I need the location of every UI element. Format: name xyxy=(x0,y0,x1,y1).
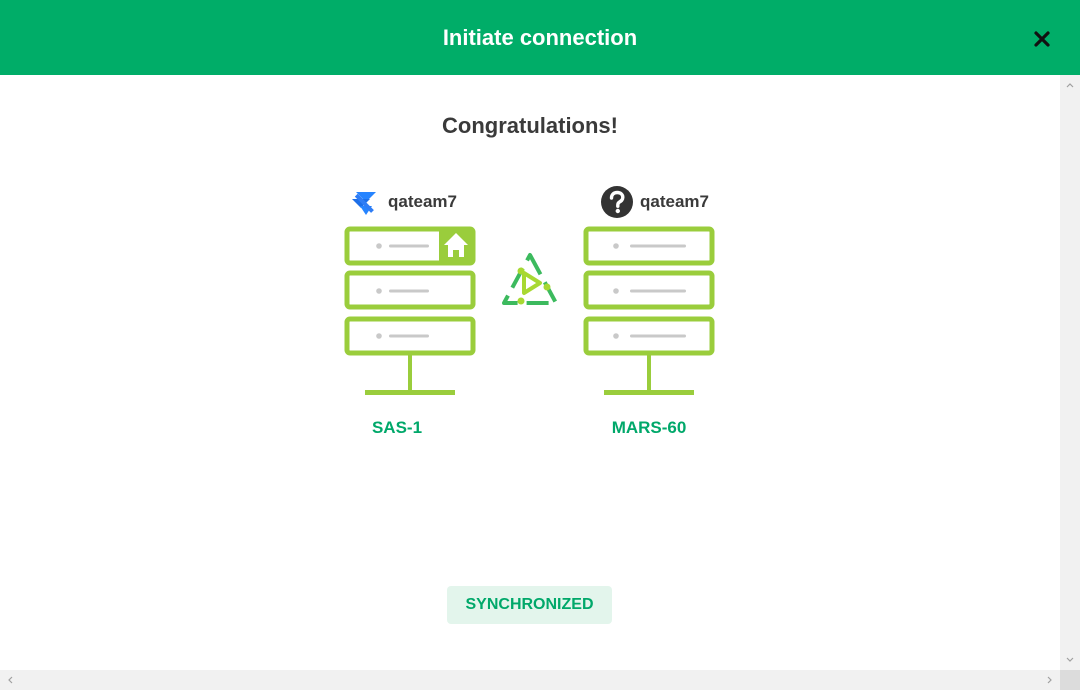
server-home-icon xyxy=(344,226,476,395)
modal-header: Initiate connection xyxy=(0,0,1080,75)
scroll-right-arrow[interactable] xyxy=(1040,670,1060,690)
chevron-down-icon xyxy=(1066,657,1074,662)
modal-title: Initiate connection xyxy=(442,25,638,50)
close-icon xyxy=(1034,31,1050,47)
right-server-name: MARS-60 xyxy=(611,418,687,437)
left-user: qateam7 xyxy=(348,185,457,219)
left-user-name: qateam7 xyxy=(388,192,457,211)
chevron-left-icon xyxy=(8,676,13,684)
sync-triangle-icon xyxy=(502,253,558,305)
scroll-down-arrow[interactable] xyxy=(1060,650,1080,670)
right-user-name: qateam7 xyxy=(640,192,709,211)
question-mark-icon xyxy=(601,186,633,218)
server-icon xyxy=(583,226,715,395)
jira-logo-icon xyxy=(352,192,376,215)
chevron-up-icon xyxy=(1066,83,1074,88)
chevron-right-icon xyxy=(1047,676,1052,684)
modal-content: Congratulations! qateam7 qateam7 SAS-1 M… xyxy=(0,75,1060,670)
right-user: qateam7 xyxy=(600,185,709,219)
vertical-scrollbar[interactable] xyxy=(1060,75,1080,670)
scroll-up-arrow[interactable] xyxy=(1060,75,1080,95)
left-server-name: SAS-1 xyxy=(371,418,423,437)
status-badge: SYNCHRONIZED xyxy=(447,586,612,624)
horizontal-scrollbar[interactable] xyxy=(0,670,1060,690)
close-button[interactable] xyxy=(1030,27,1054,51)
congrats-heading: Congratulations! xyxy=(442,113,618,138)
scroll-left-arrow[interactable] xyxy=(0,670,20,690)
scrollbar-corner xyxy=(1060,670,1080,690)
